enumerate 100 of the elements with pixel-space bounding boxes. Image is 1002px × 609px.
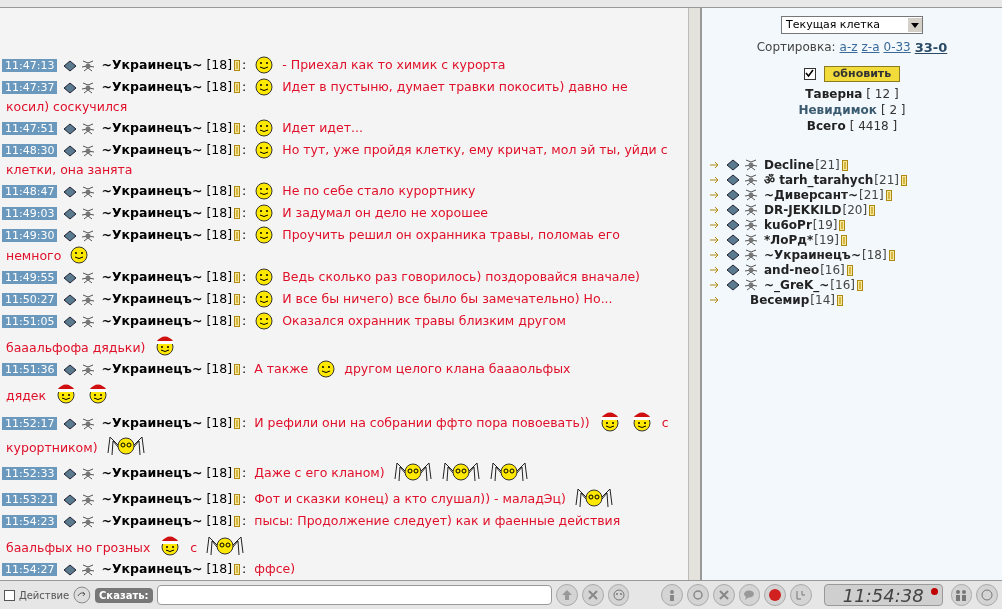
- clan-emblem-icon: [63, 122, 78, 135]
- message-text: Не по себе стало курортнику: [282, 183, 476, 198]
- nickname[interactable]: ~Украинецъ~: [101, 79, 203, 94]
- info-icon[interactable]: [837, 294, 843, 306]
- info-icon[interactable]: [234, 516, 241, 527]
- clear-icon[interactable]: [581, 584, 604, 606]
- nickname[interactable]: ~Украинецъ~: [101, 313, 203, 328]
- user-level: [18]: [206, 513, 233, 528]
- nickname[interactable]: ~Украинецъ~: [101, 291, 203, 306]
- sort-link[interactable]: 0-33: [883, 38, 911, 58]
- user-level: [14]: [810, 293, 835, 309]
- refresh-button[interactable]: обновить: [823, 65, 901, 82]
- info-icon[interactable]: [841, 159, 848, 171]
- user-name[interactable]: and-neo: [764, 261, 820, 279]
- nickname[interactable]: ~Украинецъ~: [101, 561, 203, 576]
- spider-emblem-icon: [81, 207, 96, 220]
- info-icon[interactable]: [234, 230, 241, 241]
- info-icon[interactable]: [888, 249, 895, 261]
- sort-link[interactable]: z-a: [861, 38, 880, 58]
- message-text: немного: [6, 248, 62, 263]
- user-name[interactable]: *ЛоРд*: [764, 231, 814, 249]
- message-text: Проучить решил он охранника травы, поломаь его: [282, 227, 620, 242]
- spider-emblem-icon: [81, 144, 96, 157]
- message-text: Фот и сказки конец) а кто слушал)) - маладЭц): [254, 491, 566, 506]
- info-icon[interactable]: [234, 272, 241, 283]
- smiley-icon: [254, 225, 275, 245]
- location-select[interactable]: Текущая клетка: [781, 16, 923, 34]
- spider-emblem-icon: [81, 467, 96, 480]
- user-name[interactable]: Весемир: [750, 291, 810, 309]
- info-icon[interactable]: [234, 208, 241, 219]
- user-name[interactable]: ~Украинецъ~: [764, 246, 861, 264]
- info-icon[interactable]: [234, 364, 241, 375]
- colon: :: [242, 561, 247, 576]
- user-level: [21]: [815, 157, 840, 174]
- clan-emblem-icon: [726, 204, 740, 216]
- user-level: [19]: [814, 232, 839, 249]
- user-level: [18]: [206, 120, 233, 135]
- nickname[interactable]: ~Украинецъ~: [101, 465, 203, 480]
- message-input[interactable]: [156, 585, 553, 605]
- arrow-icon: [710, 176, 720, 184]
- smiley-icon[interactable]: [607, 584, 630, 606]
- info-icon[interactable]: [885, 189, 892, 201]
- info-icon[interactable]: [839, 219, 846, 231]
- arrow-icon: [710, 191, 720, 199]
- user-name[interactable]: ~_GreK_~: [764, 276, 830, 294]
- message-text: ффсе): [254, 561, 296, 576]
- user-level: [18]: [206, 313, 233, 328]
- smiley-icon: [254, 311, 275, 331]
- info-icon[interactable]: [846, 264, 853, 276]
- auto-refresh-checkbox[interactable]: [803, 67, 816, 80]
- nickname[interactable]: ~Украинецъ~: [101, 491, 203, 506]
- clan-emblem-icon: [63, 59, 78, 72]
- clan-emblem-icon: [726, 219, 740, 231]
- info-icon[interactable]: [234, 494, 241, 505]
- scrollbar[interactable]: [688, 8, 700, 580]
- info-icon[interactable]: [234, 418, 241, 429]
- close-icon[interactable]: [712, 584, 735, 606]
- spider-emblem-icon: [81, 122, 96, 135]
- spider-emblem-icon: [744, 159, 758, 171]
- nickname[interactable]: ~Украинецъ~: [101, 513, 203, 528]
- colon: :: [242, 205, 247, 220]
- info-icon[interactable]: [234, 82, 241, 93]
- nickname[interactable]: ~Украинецъ~: [101, 120, 203, 135]
- info-icon[interactable]: [840, 234, 847, 246]
- user-name[interactable]: DR-JEKKILD: [764, 201, 842, 219]
- user-name[interactable]: Decline: [764, 156, 815, 174]
- info-icon[interactable]: [234, 316, 241, 327]
- badge-icon[interactable]: [764, 584, 787, 606]
- info-icon[interactable]: [234, 60, 241, 71]
- info-icon[interactable]: [901, 174, 907, 186]
- nickname[interactable]: ~Украинецъ~: [101, 183, 203, 198]
- user-level: [18]: [206, 465, 233, 480]
- action-checkbox[interactable]: [4, 589, 15, 601]
- info-icon[interactable]: [234, 186, 241, 197]
- nickname[interactable]: ~Украинецъ~: [101, 142, 203, 157]
- info-icon[interactable]: [234, 468, 241, 479]
- nickname[interactable]: ~Украинецъ~: [101, 57, 203, 72]
- nickname[interactable]: ~Украинецъ~: [101, 269, 203, 284]
- nickname[interactable]: ~Украинецъ~: [101, 415, 203, 430]
- nickname[interactable]: ~Украинецъ~: [101, 227, 203, 242]
- clan-emblem-icon: [726, 174, 740, 186]
- spider-emblem-icon: [81, 493, 96, 506]
- info-icon[interactable]: [234, 123, 241, 134]
- sort-link[interactable]: 33-0: [914, 38, 948, 58]
- count-label[interactable]: Невидимок: [798, 101, 877, 118]
- user-name[interactable]: ~Диверсант~: [764, 186, 858, 204]
- speech-bubble-icon[interactable]: [738, 584, 761, 606]
- count-label: Всего: [806, 117, 846, 134]
- user-name[interactable]: ॐ tarh_tarahych: [764, 171, 874, 189]
- caret-icon: [908, 18, 922, 32]
- user-name[interactable]: ku6oPr: [764, 216, 812, 234]
- info-icon[interactable]: [234, 564, 241, 575]
- nickname[interactable]: ~Украинецъ~: [101, 205, 203, 220]
- sort-link[interactable]: a-z: [839, 38, 858, 58]
- info-icon[interactable]: [869, 204, 876, 216]
- spider-emblem-icon: [744, 174, 758, 186]
- info-icon[interactable]: [234, 294, 241, 305]
- info-icon[interactable]: [234, 145, 241, 156]
- info-icon[interactable]: [856, 279, 863, 291]
- nickname[interactable]: ~Украинецъ~: [101, 361, 203, 376]
